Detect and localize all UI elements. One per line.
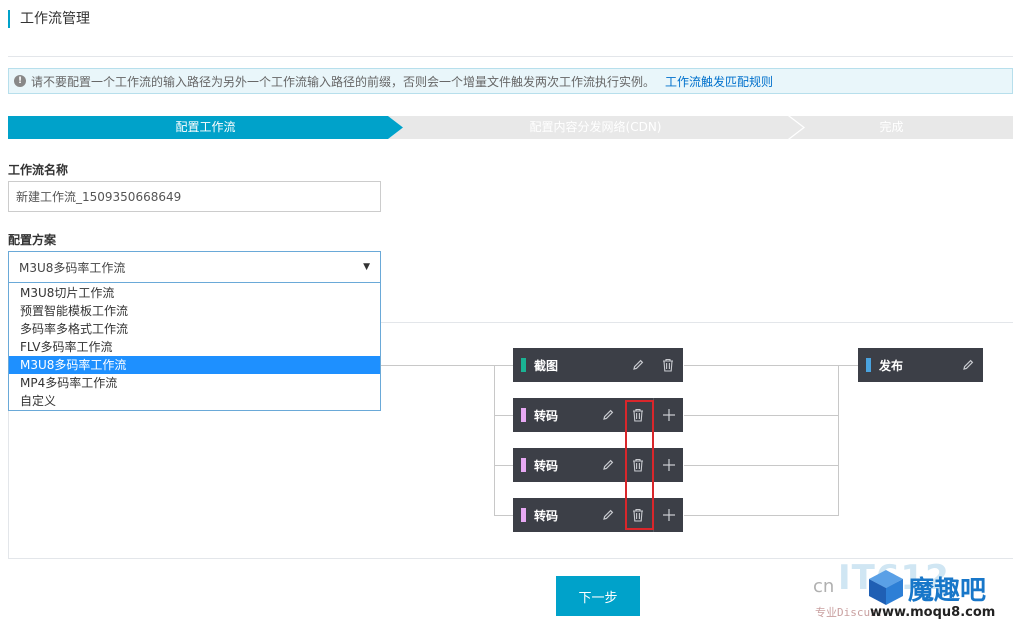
connector-line	[838, 365, 859, 366]
node-color-bar	[866, 358, 871, 372]
edit-icon[interactable]	[593, 398, 623, 432]
node-label: 转码	[534, 458, 559, 473]
node-transcode[interactable]: 转码	[513, 498, 683, 532]
connector-line	[494, 365, 495, 515]
scheme-option[interactable]: 自定义	[9, 392, 380, 410]
scheme-option[interactable]: MP4多码率工作流	[9, 374, 380, 392]
node-transcode[interactable]: 转码	[513, 448, 683, 482]
connector-line	[684, 465, 839, 466]
delete-icon[interactable]	[653, 348, 683, 382]
info-icon: !	[14, 75, 26, 87]
scheme-select[interactable]: M3U8多码率工作流 ▼	[8, 251, 381, 283]
trigger-rule-link[interactable]: 工作流触发匹配规则	[665, 73, 773, 90]
step-configure-cdn: 配置内容分发网络(CDN)	[388, 116, 803, 139]
delete-highlight-box	[625, 400, 654, 530]
connector-line	[494, 415, 514, 416]
connector-line	[838, 365, 839, 515]
scheme-option[interactable]: 预置智能模板工作流	[9, 302, 380, 320]
workflow-name-input[interactable]	[8, 181, 381, 212]
add-icon[interactable]	[653, 448, 683, 482]
step-configure-workflow-label: 配置工作流	[175, 120, 236, 134]
step-complete: 完成	[780, 116, 1013, 139]
node-label: 转码	[534, 408, 559, 423]
workflow-name-label: 工作流名称	[8, 163, 69, 177]
scheme-selected-value: M3U8多码率工作流	[19, 260, 126, 275]
node-label: 截图	[534, 358, 559, 373]
title-divider	[8, 56, 1013, 57]
connector-line	[684, 415, 839, 416]
caret-down-icon: ▼	[363, 262, 370, 272]
node-color-bar	[521, 458, 526, 472]
watermark-brand: 魔趣吧	[908, 576, 987, 606]
node-label: 转码	[534, 508, 559, 523]
connector-line	[494, 465, 514, 466]
node-publish[interactable]: 发布	[858, 348, 983, 382]
page-title: 工作流管理	[8, 10, 90, 28]
node-snapshot[interactable]: 截图	[513, 348, 683, 382]
edit-icon[interactable]	[623, 348, 653, 382]
node-label: 发布	[879, 358, 904, 373]
node-color-bar	[521, 508, 526, 522]
step-configure-workflow: 配置工作流	[8, 116, 403, 139]
add-icon[interactable]	[653, 498, 683, 532]
scheme-dropdown: M3U8切片工作流 预置智能模板工作流 多码率多格式工作流 FLV多码率工作流 …	[8, 283, 381, 411]
edit-icon[interactable]	[593, 498, 623, 532]
step-progress: 完成 配置内容分发网络(CDN) 配置工作流	[8, 116, 1013, 139]
scheme-option[interactable]: M3U8切片工作流	[9, 284, 380, 302]
notice-banner: ! 请不要配置一个工作流的输入路径为另外一个工作流输入路径的前缀，否则会一个增量…	[8, 68, 1013, 94]
scheme-option[interactable]: 多码率多格式工作流	[9, 320, 380, 338]
scheme-option-selected[interactable]: M3U8多码率工作流	[9, 356, 380, 374]
notice-text: 请不要配置一个工作流的输入路径为另外一个工作流输入路径的前缀，否则会一个增量文件…	[31, 74, 656, 89]
connector-line	[684, 515, 839, 516]
connector-line	[684, 365, 839, 366]
scheme-option[interactable]: FLV多码率工作流	[9, 338, 380, 356]
watermark-url: www.moqu8.com	[870, 605, 996, 620]
next-step-button[interactable]: 下一步	[556, 576, 640, 616]
add-icon[interactable]	[653, 398, 683, 432]
cube-logo-icon	[866, 567, 906, 607]
connector-line	[494, 515, 514, 516]
node-color-bar	[521, 408, 526, 422]
node-transcode[interactable]: 转码	[513, 398, 683, 432]
watermark-prefix: cn	[813, 576, 835, 597]
edit-icon[interactable]	[593, 448, 623, 482]
edit-icon[interactable]	[953, 348, 983, 382]
scheme-label: 配置方案	[8, 233, 57, 247]
node-color-bar	[521, 358, 526, 372]
